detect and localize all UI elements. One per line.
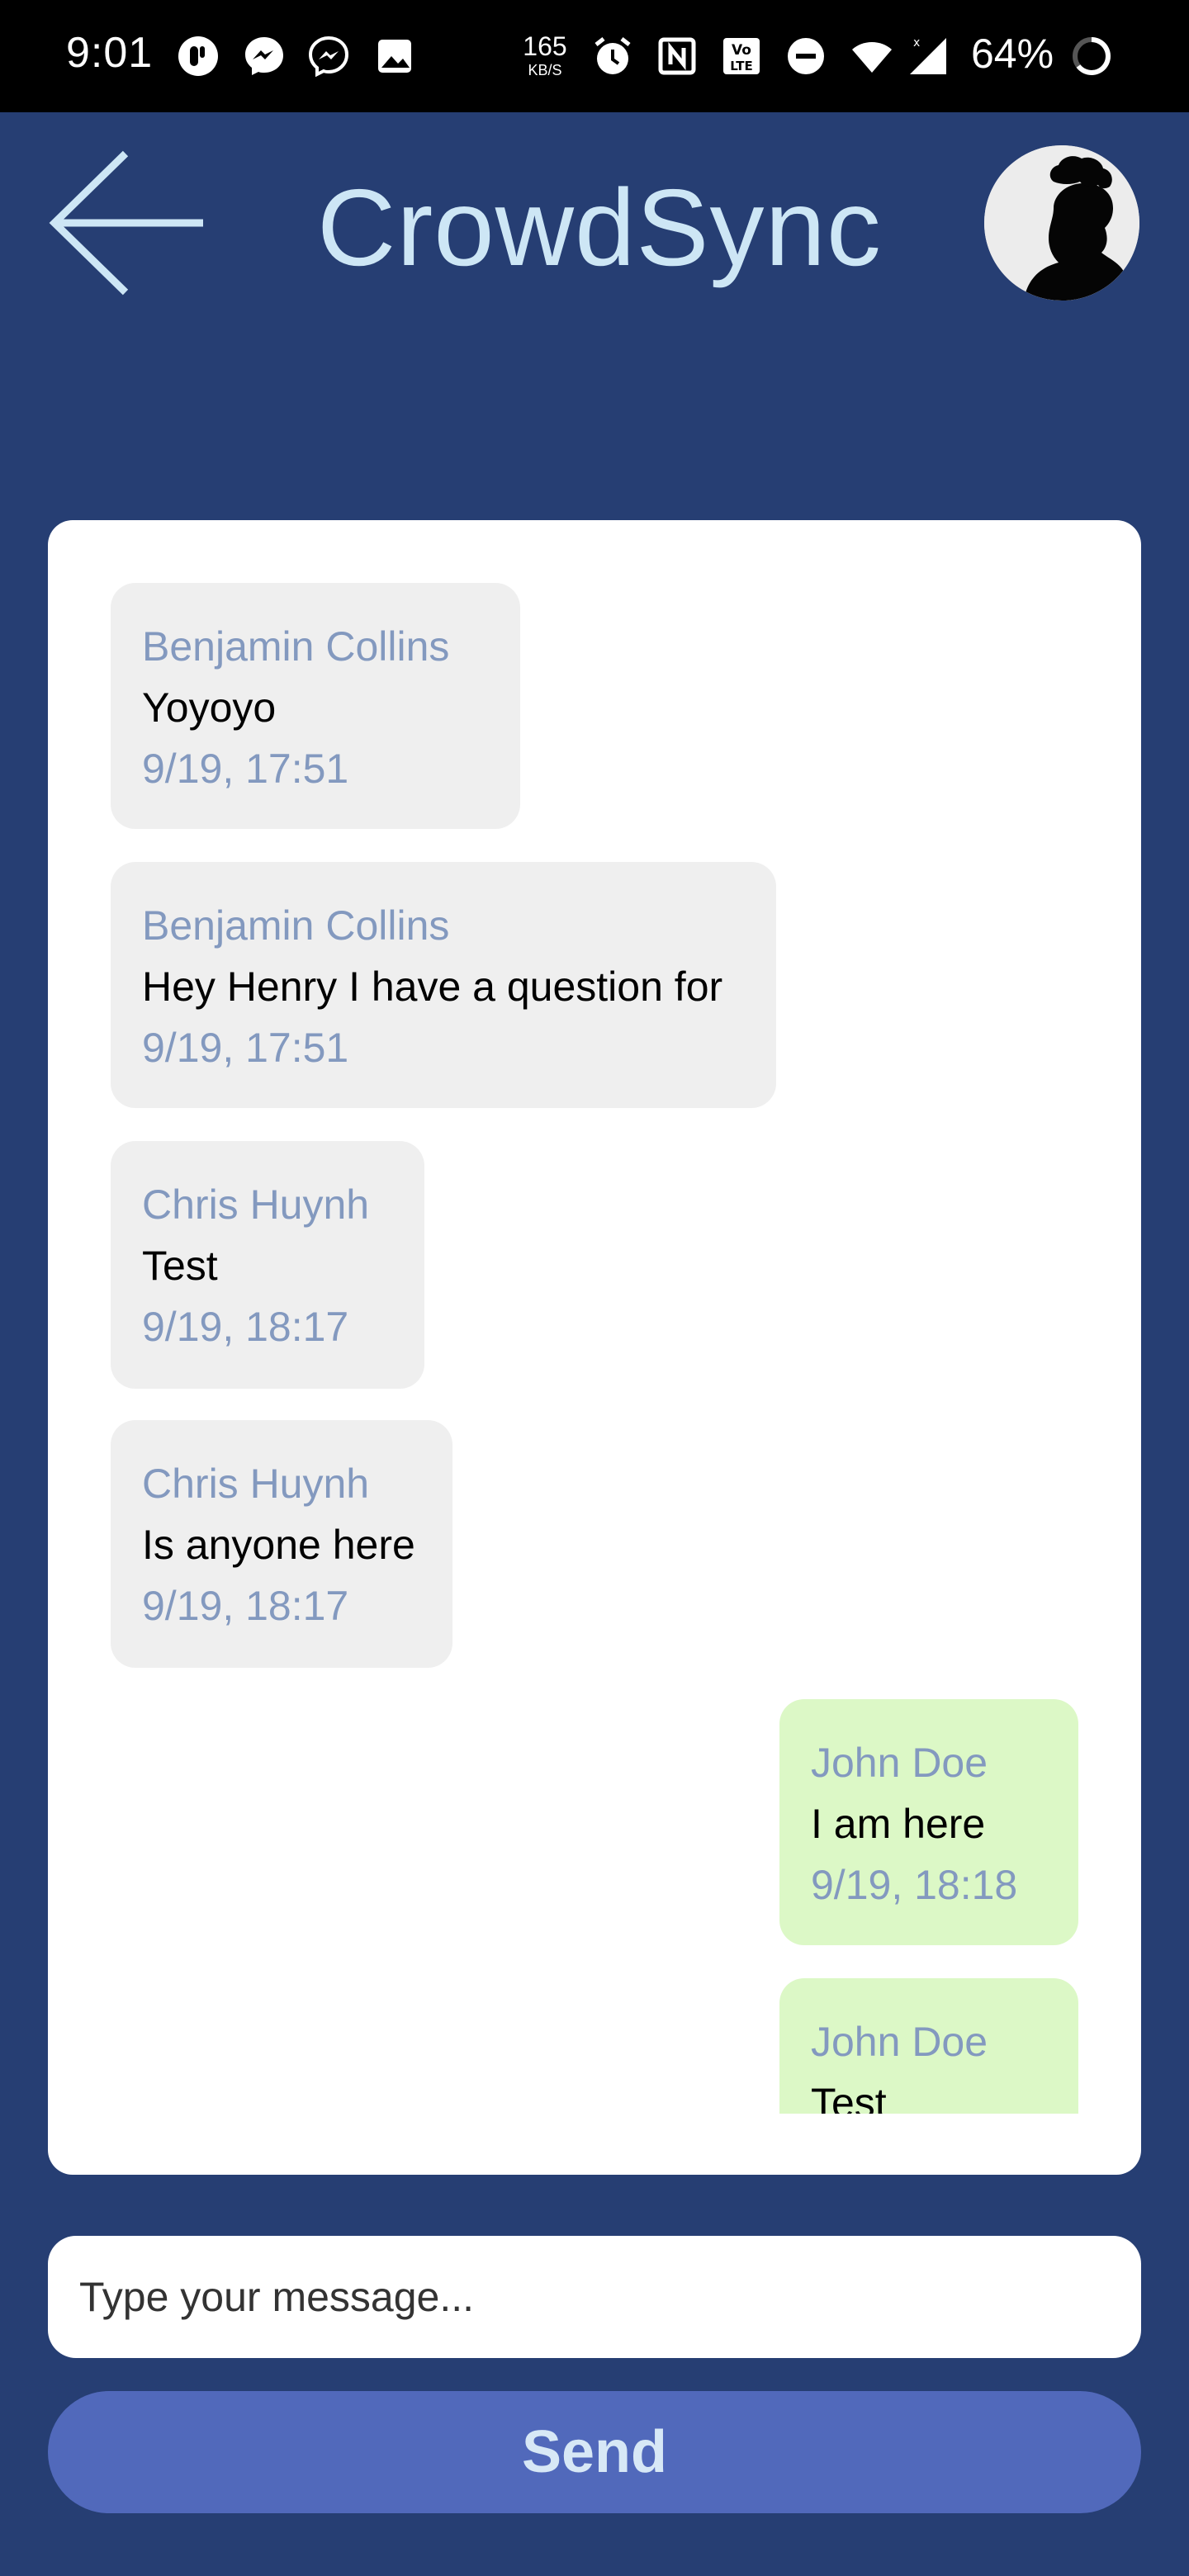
do-not-disturb-icon [784, 35, 827, 78]
app-title: CrowdSync [317, 167, 882, 288]
network-speed-value: 165 [523, 31, 567, 61]
message-time: 9/19, 17:51 [142, 1025, 349, 1071]
message-text: I am here [811, 1801, 986, 1847]
message-text: Yoyoyo [142, 684, 277, 731]
message-sender: Benjamin Collins [142, 902, 450, 949]
status-bar: 9:01 165 KB/S Vo LTE x 64% [0, 0, 1189, 112]
message-text: Test [811, 2080, 887, 2114]
svg-text:Vo: Vo [732, 42, 751, 59]
message-text: Hey Henry I have a question for [142, 964, 723, 1010]
messenger-outline-icon [307, 35, 350, 78]
message-text: Test [142, 1243, 218, 1289]
message-sender: Benjamin Collins [142, 623, 450, 670]
user-silhouette-icon [984, 145, 1139, 301]
message-bubble-incoming: Benjamin Collins Hey Henry I have a ques… [111, 862, 776, 1108]
message-sender: Chris Huynh [142, 1181, 370, 1228]
network-speed-unit: KB/S [528, 62, 562, 78]
message-bubble-outgoing: John Doe I am here 9/19, 18:18 [779, 1699, 1078, 1945]
back-button[interactable] [46, 142, 208, 304]
message-sender: John Doe [811, 2019, 988, 2065]
alarm-icon [591, 35, 634, 78]
arrow-left-icon [49, 150, 203, 296]
message-list[interactable]: Benjamin Collins Yoyoyo 9/19, 17:51 Benj… [48, 520, 1141, 2114]
avatar[interactable] [984, 145, 1139, 301]
message-bubble-incoming: Chris Huynh Test 9/19, 18:17 [111, 1141, 424, 1389]
message-bubble-incoming: Benjamin Collins Yoyoyo 9/19, 17:51 [111, 583, 520, 829]
message-bubble-incoming: Chris Huynh Is anyone here 9/19, 18:17 [111, 1420, 452, 1668]
app-notification-icon [177, 35, 220, 78]
signal-icon: x [907, 35, 950, 78]
svg-text:LTE: LTE [730, 59, 753, 73]
network-speed: 165 KB/S [519, 33, 571, 78]
messenger-icon [243, 35, 286, 78]
nfc-icon [656, 35, 699, 78]
message-sender: Chris Huynh [142, 1461, 370, 1507]
message-time: 9/19, 18:17 [142, 1304, 349, 1350]
message-time: 9/19, 18:17 [142, 1583, 349, 1629]
status-time: 9:01 [66, 29, 154, 77]
battery-percentage: 64% [971, 31, 1054, 77]
wifi-icon [850, 35, 893, 78]
chat-panel[interactable]: Benjamin Collins Yoyoyo 9/19, 17:51 Benj… [48, 520, 1141, 2175]
svg-text:x: x [913, 36, 920, 50]
image-icon [373, 35, 416, 78]
message-time: 9/19, 18:18 [811, 1862, 1018, 1908]
message-input[interactable] [48, 2236, 1141, 2358]
message-sender: John Doe [811, 1740, 988, 1786]
message-text: Is anyone here [142, 1522, 415, 1568]
battery-icon [1070, 35, 1113, 78]
message-bubble-outgoing: John Doe Test [779, 1978, 1078, 2114]
message-time: 9/19, 17:51 [142, 746, 349, 792]
send-button[interactable]: Send [48, 2391, 1141, 2513]
volte-icon: Vo LTE [720, 35, 763, 78]
